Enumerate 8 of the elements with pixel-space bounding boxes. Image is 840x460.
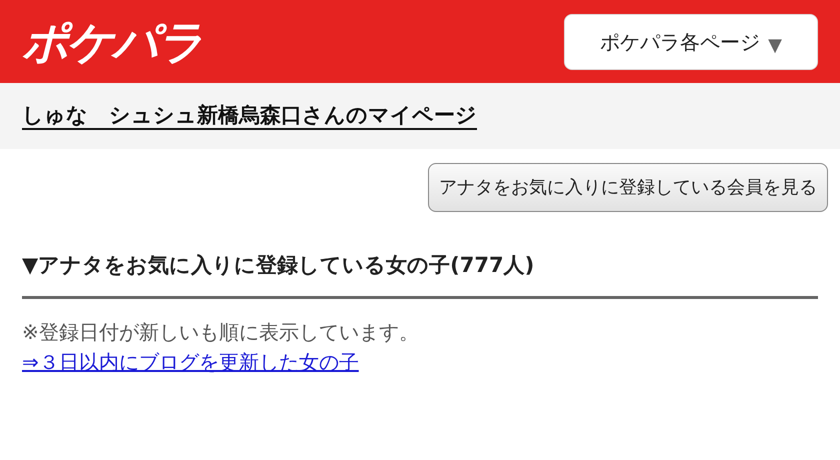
section-heading: ▼アナタをお気に入りに登録している女の子(777人) — [22, 250, 818, 298]
caret-icon: ▼ — [768, 32, 782, 59]
page-title: しゅな シュシュ新橋烏森口さんのマイページ — [22, 102, 477, 130]
logo[interactable]: ポケパラ — [22, 18, 202, 64]
view-members-button[interactable]: アナタをお気に入りに登録している会員を見る — [428, 163, 828, 212]
page-menu-dropdown[interactable]: ポケパラ各ページ ▼ — [564, 14, 818, 70]
sort-note: ※登録日付が新しいも順に表示しています。 — [22, 318, 420, 346]
blog-updated-link[interactable]: ⇒３日以内にブログを更新した女の子 — [22, 350, 359, 374]
